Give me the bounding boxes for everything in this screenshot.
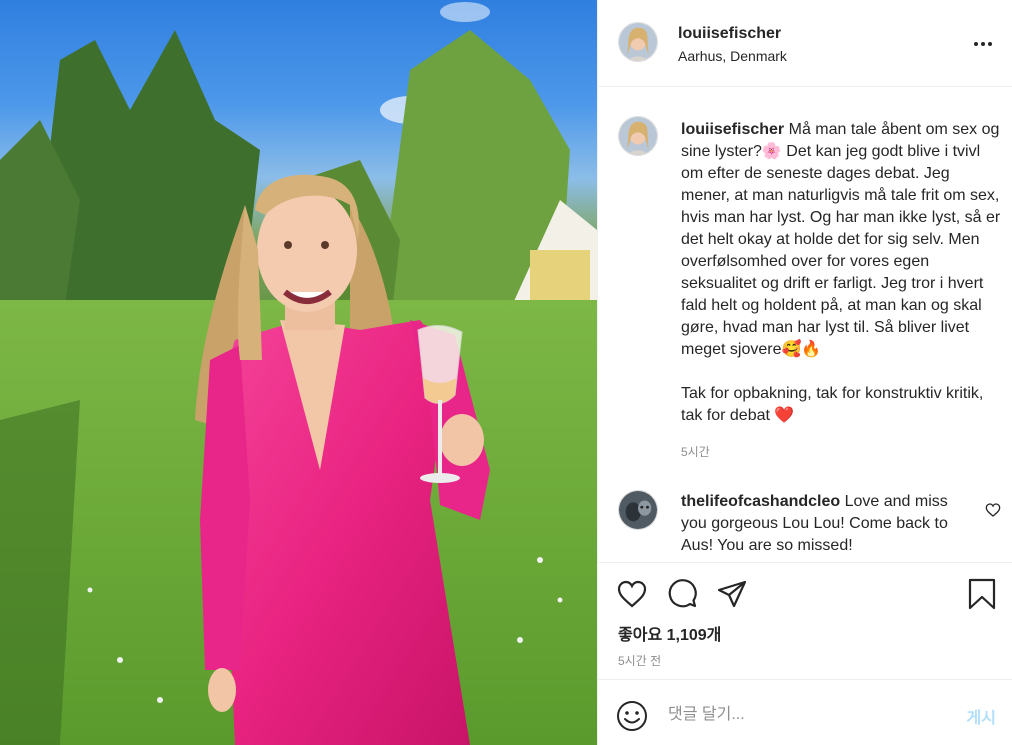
caption-timestamp[interactable]: 5시간 [681, 443, 710, 460]
more-options-icon[interactable] [971, 32, 995, 56]
comment-input[interactable] [668, 700, 938, 730]
post-details-panel: louiisefischer Aarhus, Denmark louiisefi… [597, 0, 1012, 745]
post-actions: 좋아요 1,109개 5시간 전 [598, 562, 1012, 678]
caption-username[interactable]: louiisefischer [681, 121, 784, 138]
emoji-icon[interactable] [616, 700, 648, 732]
share-icon[interactable] [715, 577, 749, 611]
caption-body: Må man tale åbent om sex og sine lyster?… [681, 121, 1001, 424]
post-photo[interactable] [0, 0, 597, 745]
small-heart-icon[interactable] [985, 502, 1001, 518]
post-header: louiisefischer Aarhus, Denmark [598, 0, 1012, 87]
post-timestamp[interactable]: 5시간 전 [618, 652, 661, 669]
add-comment-bar: 게시 [598, 679, 1012, 745]
heart-icon[interactable] [615, 577, 649, 611]
bookmark-icon[interactable] [965, 577, 999, 611]
caption: louiisefischer Må man tale åbent om sex … [681, 119, 1001, 427]
comment-icon[interactable] [665, 577, 699, 611]
post-comment-button[interactable]: 게시 [967, 704, 996, 728]
post-location[interactable]: Aarhus, Denmark [678, 48, 787, 64]
comment: thelifeofcashandcleo Love and miss you g… [681, 491, 971, 557]
like-count[interactable]: 좋아요 1,109개 [618, 621, 721, 645]
woman-in-pink-dress-illustration [0, 2, 597, 745]
comment-username[interactable]: thelifeofcashandcleo [681, 493, 840, 510]
commenter-avatar[interactable] [618, 490, 658, 530]
author-username[interactable]: louiisefischer [678, 25, 781, 43]
author-avatar[interactable] [618, 22, 658, 62]
caption-author-avatar[interactable] [618, 116, 658, 156]
comments-section[interactable]: louiisefischer Må man tale åbent om sex … [598, 88, 1012, 562]
